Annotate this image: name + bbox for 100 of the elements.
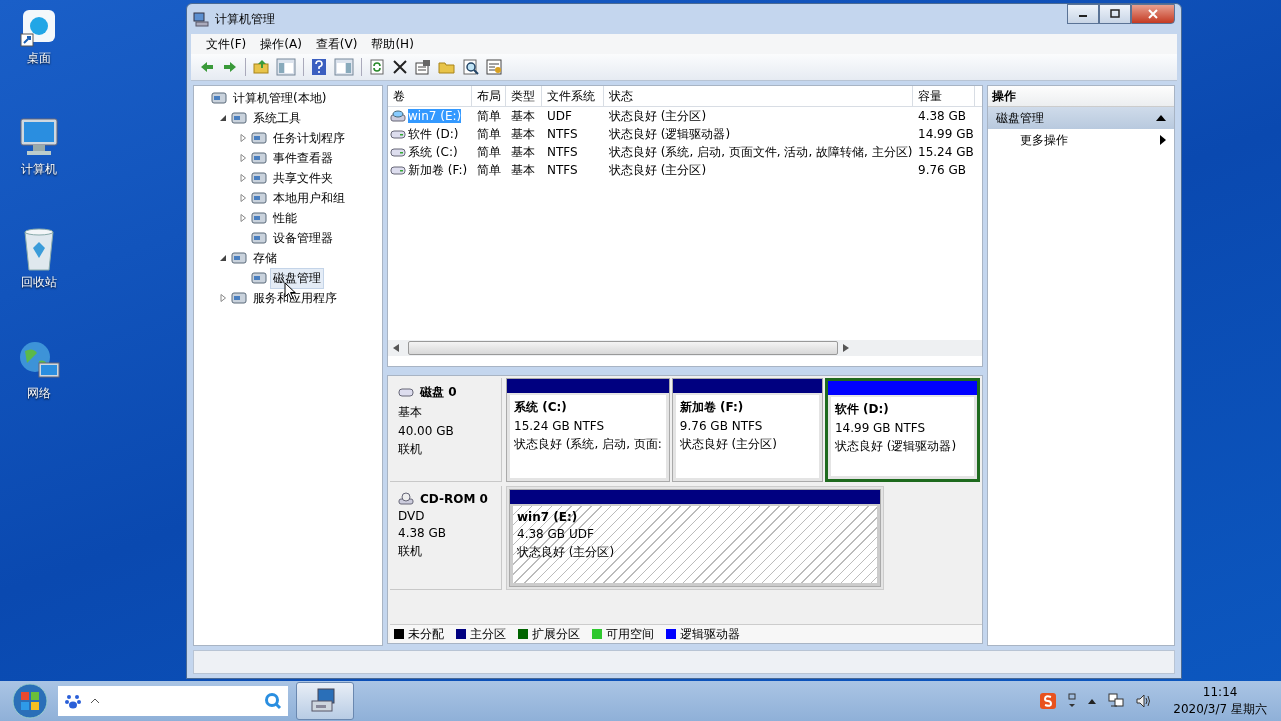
drive-icon	[390, 145, 406, 159]
refresh-icon[interactable]	[369, 59, 385, 75]
horizontal-scrollbar[interactable]	[388, 340, 982, 356]
close-button[interactable]	[1131, 4, 1175, 24]
partition-block[interactable]: 新加卷 (F:) 9.76 GB NTFS 状态良好 (主分区)	[671, 378, 823, 482]
tree-item[interactable]: 性能	[270, 207, 300, 229]
desktop-icon-label[interactable]: 网络	[27, 385, 51, 402]
column-header[interactable]: 布局	[472, 86, 506, 106]
volume-name[interactable]: 新加卷 (F:)	[408, 161, 468, 179]
tree-node-icon	[231, 290, 247, 306]
desktop-icon-label[interactable]: 回收站	[21, 274, 57, 291]
section-title: 磁盘管理	[996, 109, 1044, 127]
menu-item[interactable]: 查看(V)	[308, 35, 365, 53]
folder-up-icon[interactable]	[253, 59, 269, 75]
tree-node-icon	[251, 230, 267, 246]
collapse-arrow-icon[interactable]	[1156, 115, 1166, 121]
expanded-arrow-icon[interactable]	[218, 114, 228, 122]
scroll-right-icon[interactable]	[843, 344, 849, 352]
table-cell: 4.38 GB	[918, 109, 967, 123]
tree-item[interactable]: 设备管理器	[270, 227, 336, 249]
properties-icon[interactable]	[415, 59, 431, 75]
caret-up-icon[interactable]	[90, 698, 100, 704]
clock[interactable]: 11:14 2020/3/7 星期六	[1173, 684, 1267, 718]
partition-status: 状态良好 (逻辑驱动器)	[834, 438, 958, 455]
delete-icon[interactable]	[392, 59, 408, 75]
settings-icon[interactable]	[486, 59, 502, 75]
collapsed-arrow-icon[interactable]	[238, 194, 248, 202]
close-icon	[1148, 9, 1158, 19]
table-cell: 9.76 GB	[918, 163, 967, 177]
disk-type: DVD	[398, 509, 426, 523]
actions-section-header[interactable]: 磁盘管理	[988, 107, 1174, 129]
tree-node-icon	[251, 210, 267, 226]
magnifier-icon[interactable]	[463, 59, 479, 75]
back-arrow-icon[interactable]	[199, 59, 215, 75]
partition-detail: 15.24 GB NTFS	[514, 419, 606, 433]
column-header[interactable]: 类型	[506, 86, 542, 106]
desktop-icon-label[interactable]: 计算机	[21, 161, 57, 178]
scroll-left-icon[interactable]	[393, 344, 399, 352]
drive-icon	[390, 127, 406, 141]
taskbar-app-button[interactable]	[296, 682, 354, 720]
maximize-button[interactable]	[1099, 4, 1131, 24]
table-cell: 简单	[477, 143, 501, 161]
legend-label: 未分配	[408, 625, 444, 643]
column-header[interactable]: 文件系统	[542, 86, 604, 106]
disk-name: CD-ROM 0	[420, 492, 488, 506]
disk-info-panel[interactable]: 磁盘 0 基本 40.00 GB 联机	[390, 378, 502, 482]
tree-item[interactable]: 本地用户和组	[270, 187, 348, 209]
pane-toggle-icon[interactable]	[334, 58, 354, 76]
forward-arrow-icon[interactable]	[222, 59, 238, 75]
table-cell: NTFS	[547, 145, 578, 159]
clock-date: 2020/3/7 星期六	[1173, 700, 1267, 718]
action-link[interactable]: 更多操作	[1020, 131, 1068, 149]
optical-drive-icon	[390, 109, 406, 123]
tree-item[interactable]: 计算机管理(本地)	[230, 87, 330, 109]
input-method-icon[interactable]	[1039, 692, 1058, 710]
start-button-icon[interactable]	[10, 682, 50, 720]
show-hidden-icons-icon[interactable]	[1087, 697, 1098, 705]
collapsed-arrow-icon[interactable]	[238, 134, 248, 142]
volume-name[interactable]: 软件 (D:)	[408, 125, 459, 143]
column-header[interactable]: 容量	[913, 86, 975, 106]
collapsed-arrow-icon[interactable]	[238, 174, 248, 182]
help-icon[interactable]	[311, 58, 327, 76]
desktop-icon-label[interactable]: 桌面	[27, 50, 51, 67]
menu-item[interactable]: 文件(F)	[199, 35, 254, 53]
legend-label: 主分区	[470, 625, 506, 643]
tree-item[interactable]: 系统工具	[250, 107, 304, 129]
collapsed-arrow-icon[interactable]	[238, 214, 248, 222]
partition-block[interactable]: 软件 (D:) 14.99 GB NTFS 状态良好 (逻辑驱动器)	[824, 378, 980, 482]
tree-item[interactable]: 磁盘管理	[270, 267, 324, 289]
tree-item[interactable]: 事件查看器	[270, 147, 336, 169]
expanded-arrow-icon[interactable]	[218, 254, 228, 262]
partition-block[interactable]: win7 (E:) 4.38 GB UDF 状态良好 (主分区)	[509, 489, 881, 587]
search-field[interactable]	[58, 686, 288, 716]
volume-name[interactable]: 系统 (C:)	[408, 143, 458, 161]
partition-detail: 9.76 GB NTFS	[679, 419, 764, 433]
disk-state: 联机	[398, 543, 423, 560]
collapsed-arrow-icon[interactable]	[218, 294, 228, 302]
table-cell: 15.24 GB	[918, 145, 974, 159]
disk-info-panel[interactable]: CD-ROM 0 DVD 4.38 GB 联机	[390, 486, 502, 590]
tree-item[interactable]: 存储	[250, 247, 280, 269]
collapsed-arrow-icon[interactable]	[238, 154, 248, 162]
tree-item[interactable]: 共享文件夹	[270, 167, 336, 189]
partition-label: 系统 (C:)	[514, 399, 568, 416]
network-icon[interactable]	[1107, 692, 1126, 710]
paw-icon[interactable]	[64, 692, 82, 710]
pane-toggle-icon[interactable]	[276, 58, 296, 76]
column-header[interactable]: 状态	[604, 86, 913, 106]
menu-item[interactable]: 操作(A)	[253, 35, 309, 53]
submenu-arrow-icon[interactable]	[1160, 135, 1166, 145]
legend-label: 逻辑驱动器	[680, 625, 740, 643]
tray-small-icon[interactable]	[1067, 693, 1078, 709]
minimize-button[interactable]	[1067, 4, 1099, 24]
menu-item[interactable]: 帮助(H)	[364, 35, 421, 53]
column-header[interactable]: 卷	[388, 86, 472, 106]
tree-item[interactable]: 任务计划程序	[270, 127, 348, 149]
partition-detail: 4.38 GB UDF	[517, 527, 595, 541]
tree-node-icon	[251, 270, 267, 286]
partition-block[interactable]: 系统 (C:) 15.24 GB NTFS 状态良好 (系统, 启动, 页面:	[506, 378, 670, 482]
search-icon[interactable]	[264, 692, 282, 710]
partition-label: 软件 (D:)	[834, 401, 890, 418]
